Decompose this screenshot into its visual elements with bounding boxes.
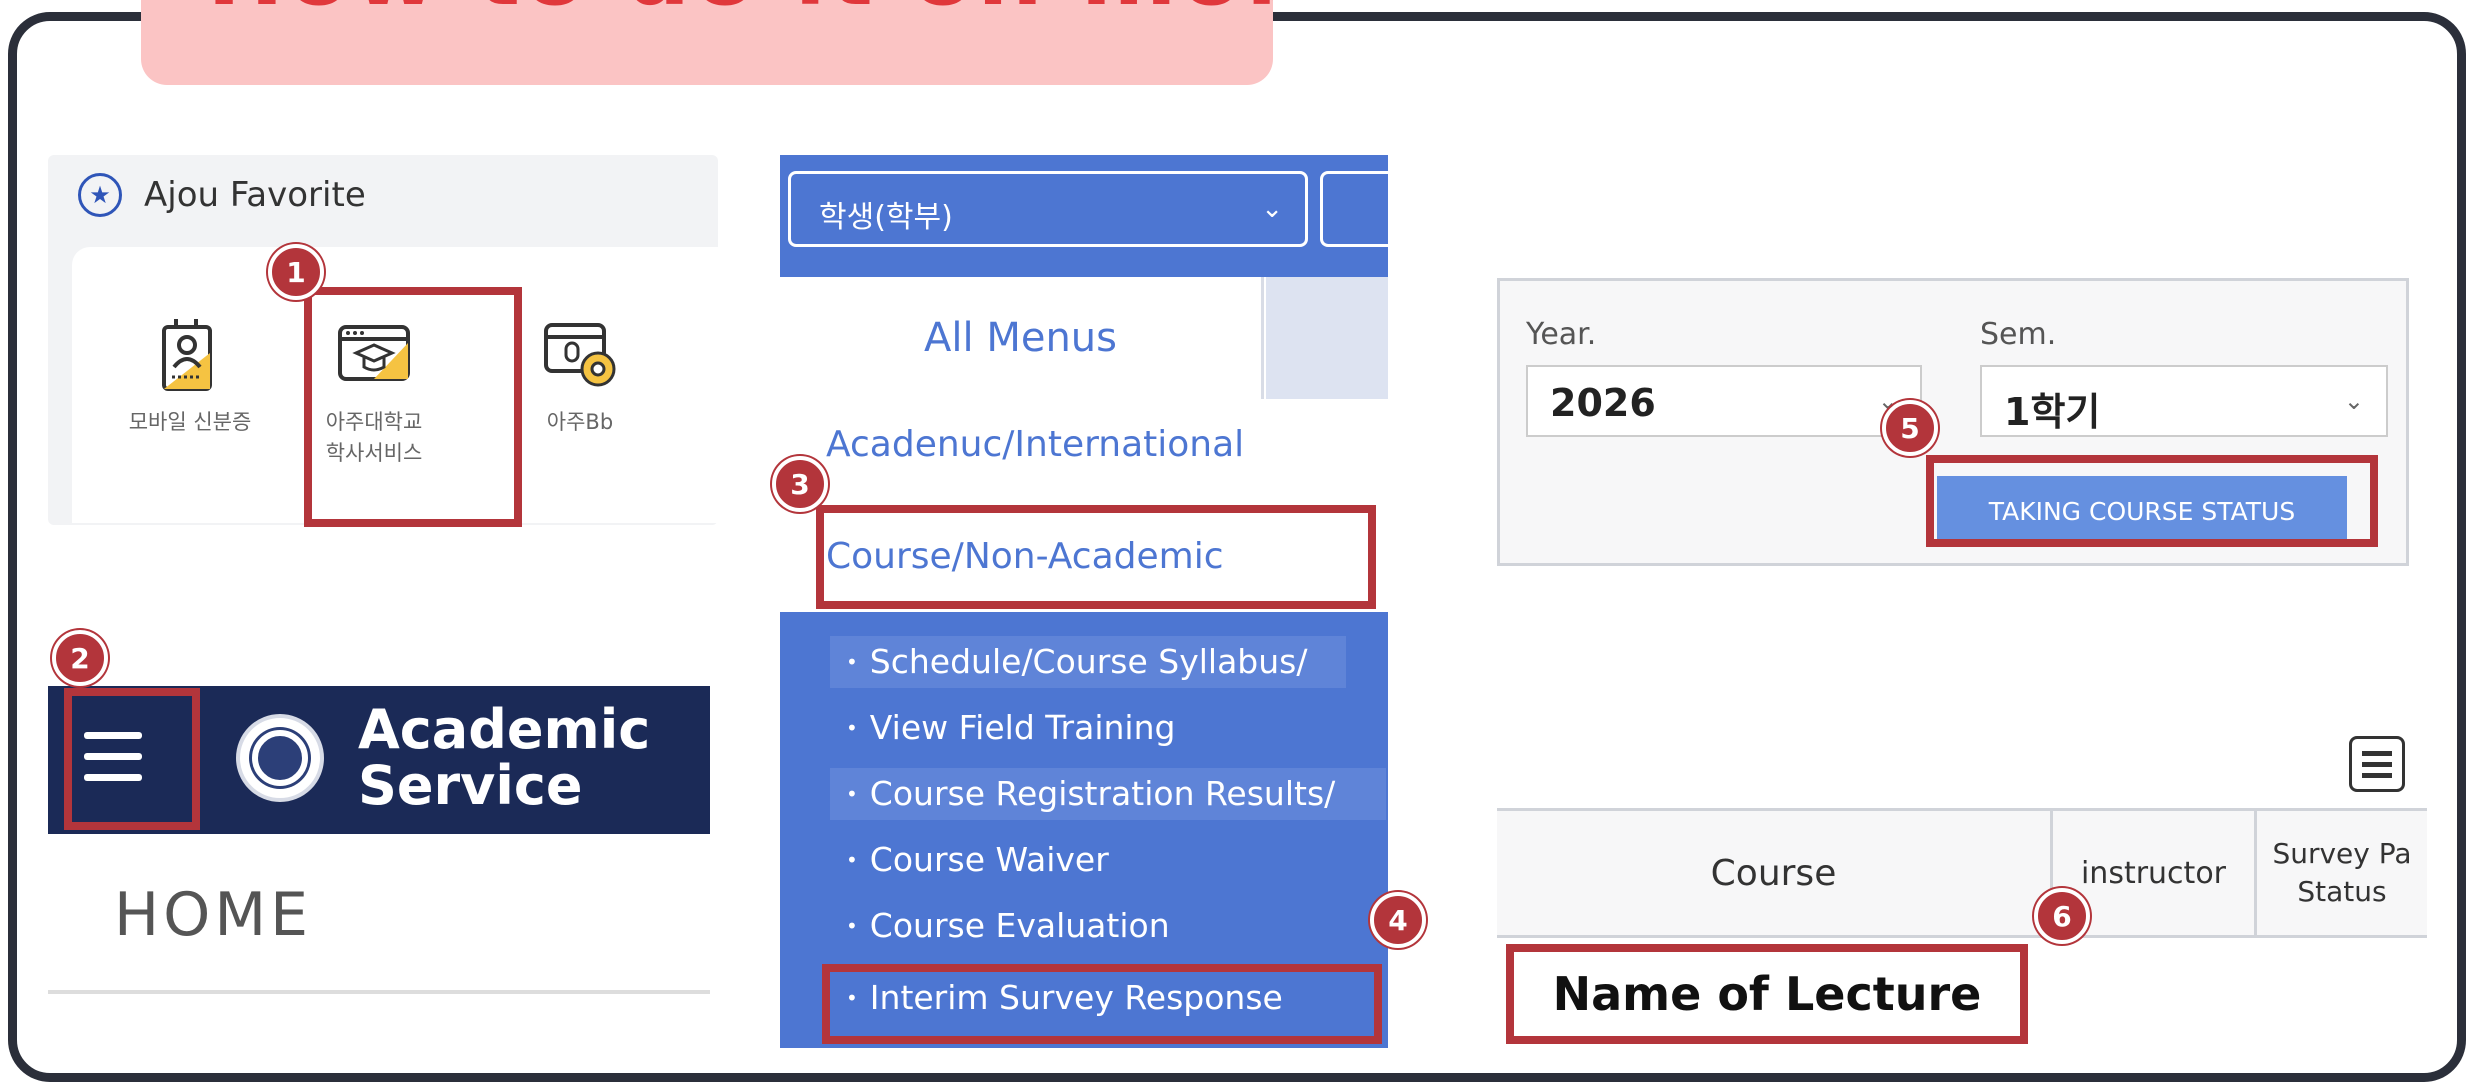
tab-all-menus[interactable]: All Menus bbox=[780, 277, 1264, 399]
chevron-down-icon: ⌄ bbox=[1261, 194, 1283, 224]
highlight-box-5 bbox=[1926, 455, 2378, 547]
menu-item-academic-international[interactable]: Acadenuc/International bbox=[826, 424, 1244, 465]
column-course: Course bbox=[1497, 811, 2053, 935]
step-badge-6: 6 bbox=[2034, 888, 2090, 944]
submenu-item-schedule[interactable]: Schedule/Course Syllabus/ bbox=[846, 642, 1308, 681]
year-select[interactable]: 2026 ⌄ bbox=[1526, 365, 1922, 437]
role-select[interactable]: 학생(학부) ⌄ bbox=[788, 171, 1308, 247]
id-badge-icon bbox=[150, 313, 230, 393]
favorites-title: Ajou Favorite bbox=[144, 175, 366, 215]
favorite-mobile-id[interactable]: 모바일 신분증 bbox=[100, 313, 280, 438]
second-select[interactable] bbox=[1320, 171, 1400, 247]
step-badge-3: 3 bbox=[772, 456, 828, 512]
university-logo bbox=[236, 714, 324, 802]
semester-select-value: 1학기 bbox=[2004, 390, 2101, 434]
page-title: How to do it on mobile bbox=[207, 0, 1273, 26]
step-badge-5: 5 bbox=[1882, 400, 1938, 456]
column-survey-line1: Survey Pa bbox=[2272, 837, 2412, 870]
favorite-label: 모바일 신분증 bbox=[128, 410, 252, 434]
academic-service-title: Academic Service bbox=[358, 702, 650, 814]
home-link[interactable]: HOME bbox=[114, 880, 312, 950]
highlight-box-1 bbox=[304, 287, 522, 527]
divider bbox=[48, 990, 710, 994]
column-survey-line2: Status bbox=[2297, 875, 2387, 908]
chevron-down-icon: ⌄ bbox=[2343, 387, 2364, 415]
submenu-item-course-waiver[interactable]: Course Waiver bbox=[846, 840, 1109, 879]
course-table-header: Course instructor Survey Pa Status bbox=[1497, 808, 2427, 938]
title-line1: Academic bbox=[358, 698, 651, 761]
step-badge-1: 1 bbox=[268, 244, 324, 300]
highlight-box-2 bbox=[64, 688, 200, 830]
tab-other[interactable] bbox=[1266, 277, 1388, 399]
year-label: Year. bbox=[1526, 317, 1597, 352]
menu-top-bar: 학생(학부) ⌄ bbox=[780, 155, 1400, 277]
table-menu-icon[interactable] bbox=[2349, 736, 2405, 792]
title-tab: How to do it on mobile bbox=[141, 0, 1273, 85]
submenu-item-course-evaluation[interactable]: Course Evaluation bbox=[846, 906, 1170, 945]
submenu-item-registration-results[interactable]: Course Registration Results/ bbox=[846, 774, 1335, 813]
mic-settings-icon bbox=[540, 313, 620, 393]
star-icon: ★ bbox=[78, 173, 122, 217]
role-select-value: 학생(학부) bbox=[819, 200, 953, 235]
highlight-box-4 bbox=[822, 964, 1382, 1044]
favorites-header: ★ Ajou Favorite bbox=[78, 173, 366, 217]
step-badge-2: 2 bbox=[52, 630, 108, 686]
column-survey-status: Survey Pa Status bbox=[2257, 811, 2427, 935]
step-badge-4: 4 bbox=[1370, 892, 1426, 948]
semester-label: Sem. bbox=[1980, 317, 2057, 352]
submenu-item-field-training[interactable]: View Field Training bbox=[846, 708, 1176, 747]
year-select-value: 2026 bbox=[1550, 381, 1656, 425]
highlight-box-3 bbox=[816, 505, 1376, 609]
title-line2: Service bbox=[358, 754, 583, 817]
semester-select[interactable]: 1학기 ⌄ bbox=[1980, 365, 2388, 437]
lecture-name-cell[interactable]: Name of Lecture bbox=[1506, 944, 2028, 1044]
